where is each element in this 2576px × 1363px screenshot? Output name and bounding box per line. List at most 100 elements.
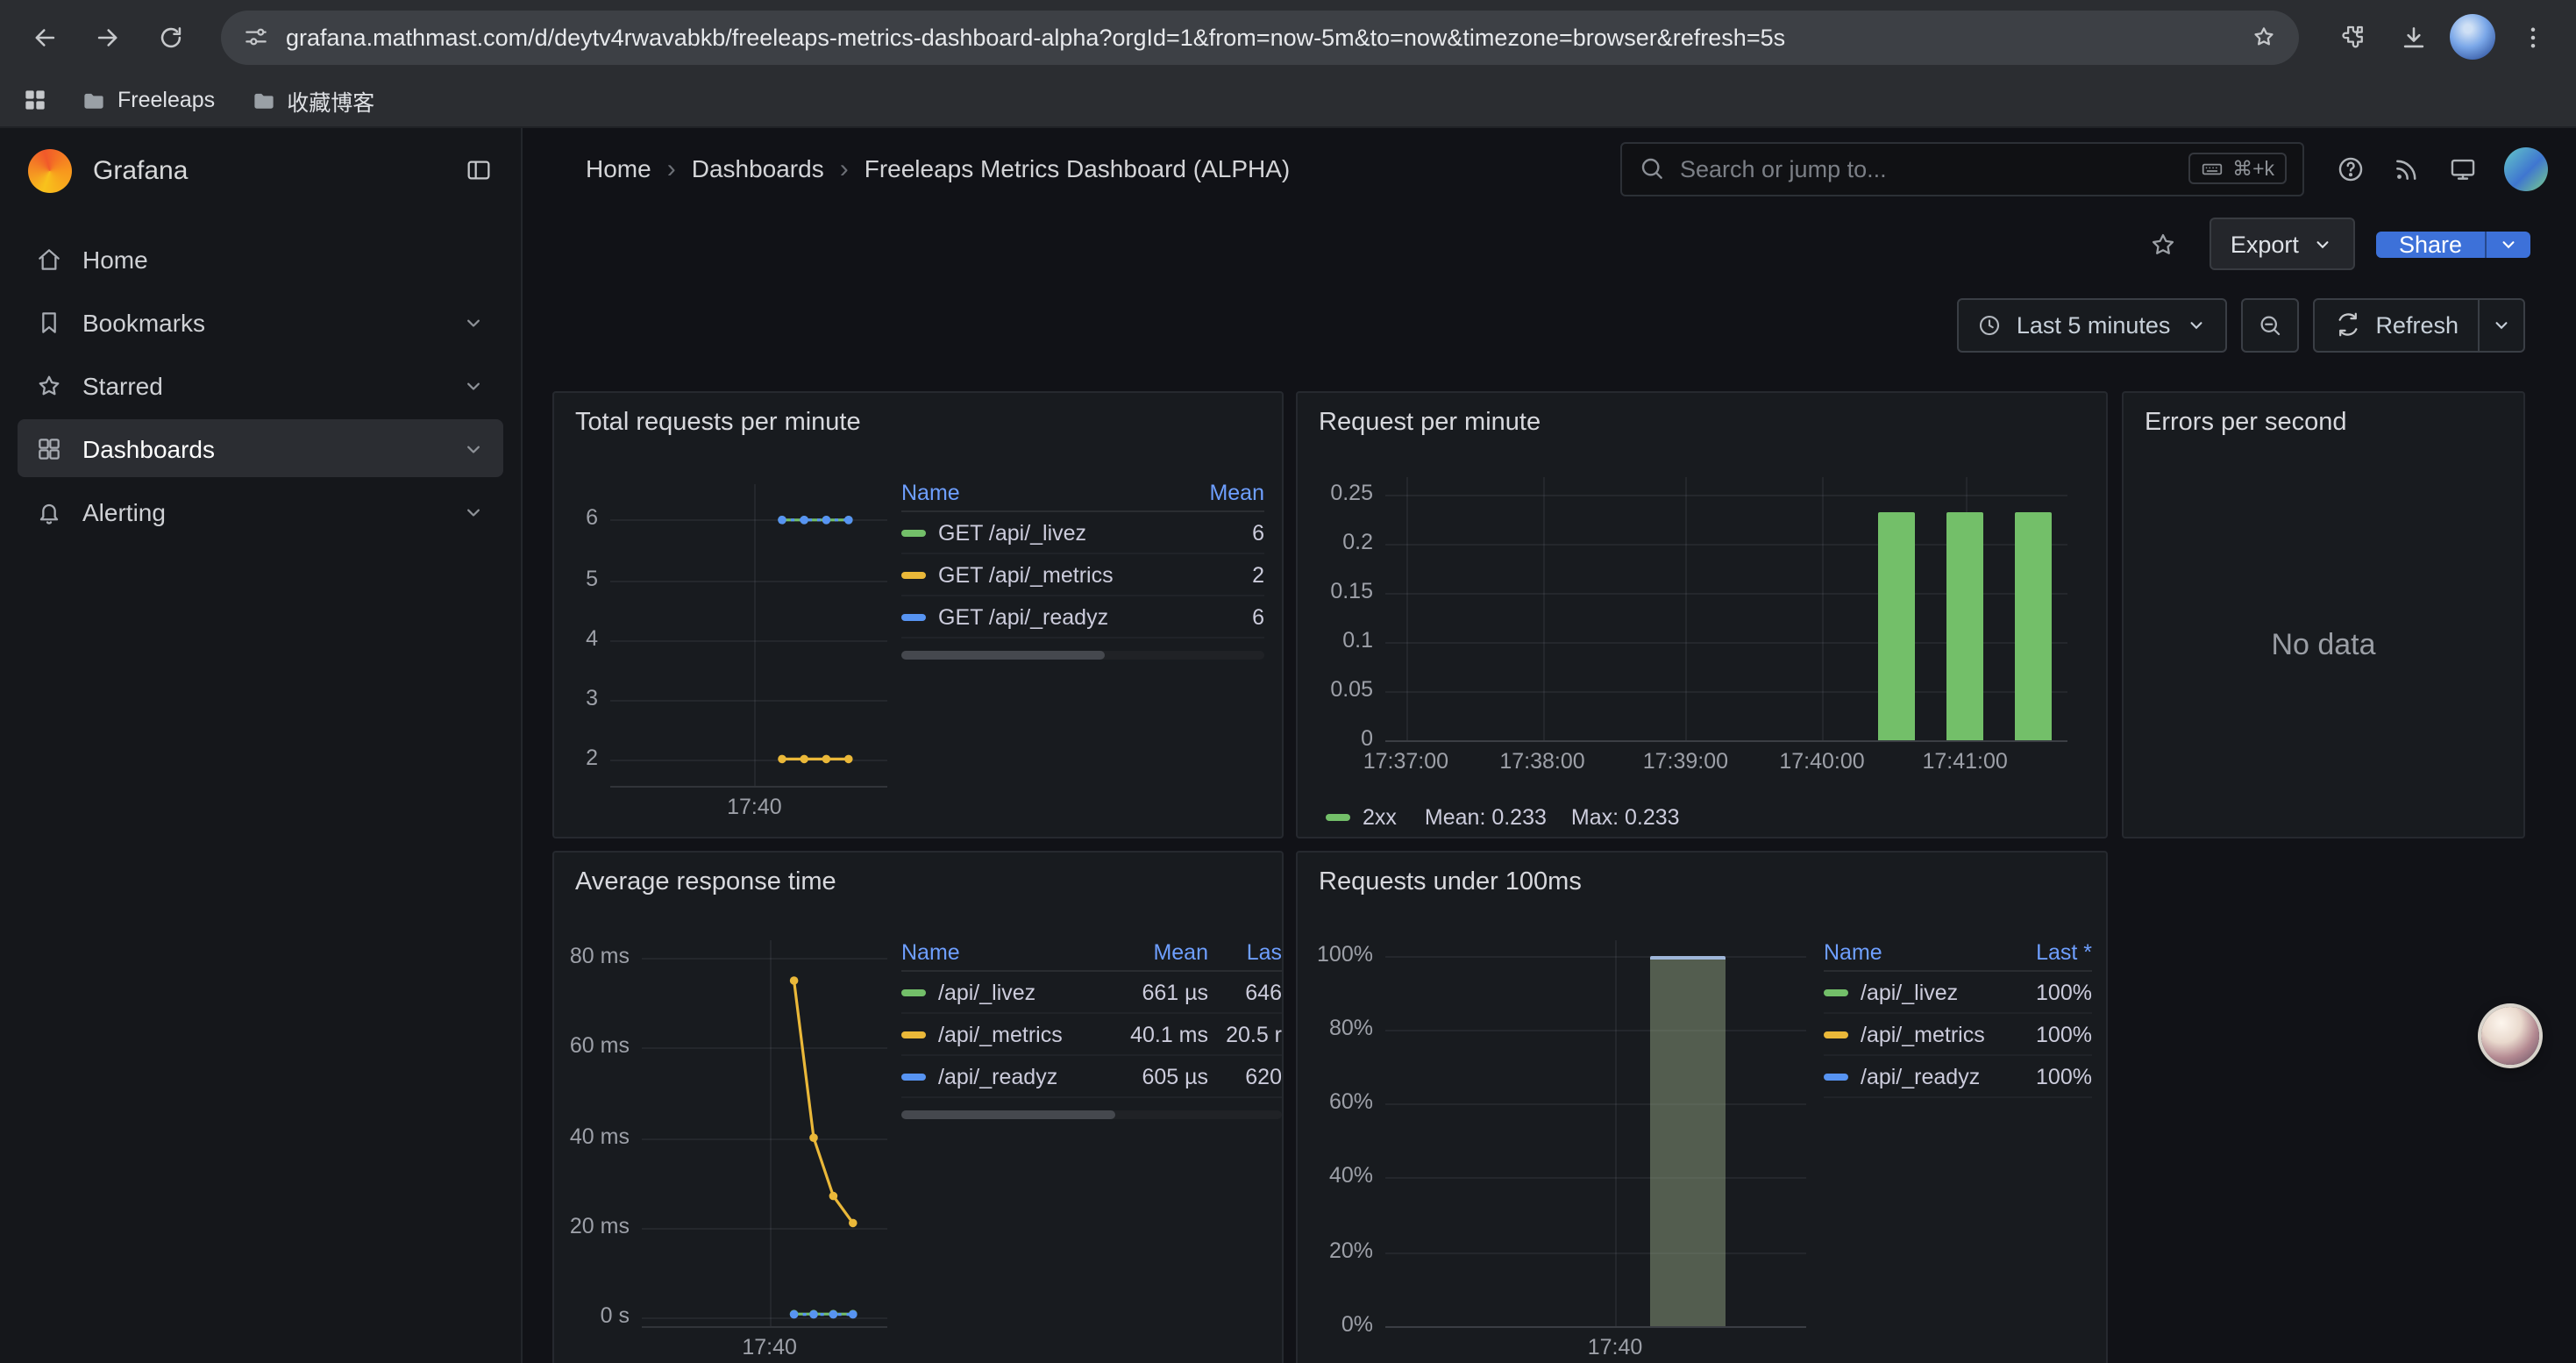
apps-grid-icon[interactable] <box>21 86 49 114</box>
search-shortcut-badge: ⌘+k <box>2188 153 2287 184</box>
floating-assistant-avatar[interactable] <box>2481 1007 2539 1065</box>
panel-title[interactable]: Total requests per minute <box>554 393 1282 437</box>
axis-tick-label: 17:41:00 <box>1886 749 2044 774</box>
browser-profile-avatar[interactable] <box>2450 14 2495 60</box>
sidebar-item-alerting[interactable]: Alerting <box>18 482 503 540</box>
legend-row[interactable]: /api/_metrics40.1 ms20.5 r <box>901 1014 1282 1056</box>
export-button[interactable]: Export <box>2210 218 2355 270</box>
url-bar[interactable]: grafana.mathmast.com/d/deytv4rwavabkb/fr… <box>221 10 2299 64</box>
breadcrumb-item[interactable]: Dashboards <box>692 154 824 182</box>
keyboard-icon <box>2201 157 2224 180</box>
forward-icon[interactable] <box>81 11 133 63</box>
legend-scrollbar[interactable] <box>901 651 1264 660</box>
browser-menu-icon[interactable] <box>2506 11 2558 63</box>
dashboard-actions: Export Share <box>523 209 2576 279</box>
search-input[interactable] <box>1680 155 2174 182</box>
collapse-sidebar-icon[interactable] <box>465 156 493 184</box>
sidebar-item-dashboards[interactable]: Dashboards <box>18 419 503 477</box>
share-menu-button[interactable] <box>2485 231 2530 257</box>
legend-column-header[interactable]: Name <box>1824 939 1994 964</box>
chart-bar[interactable] <box>1946 511 1983 740</box>
legend-row[interactable]: /api/_metrics100% <box>1824 1014 2092 1056</box>
legend-row[interactable]: /api/_livez100% <box>1824 972 2092 1014</box>
chevron-down-icon[interactable] <box>461 373 486 397</box>
grafana-logo[interactable] <box>28 148 72 192</box>
chart-bar[interactable] <box>2015 511 2052 740</box>
axis-tick-label: 0.25 <box>1330 481 1373 505</box>
panel-title[interactable]: Average response time <box>554 853 1282 896</box>
sidebar: Grafana HomeBookmarksStarredDashboardsAl… <box>0 128 523 1363</box>
legend-row[interactable]: GET /api/_metrics2 <box>901 554 1264 596</box>
reload-icon[interactable] <box>144 11 196 63</box>
legend-column-header[interactable]: Mean <box>1103 939 1208 964</box>
gridline <box>1385 1103 1806 1105</box>
breadcrumb-separator: › <box>667 153 676 183</box>
panel-title[interactable]: Errors per second <box>2124 393 2523 437</box>
back-icon[interactable] <box>18 11 70 63</box>
legend-inline[interactable]: 2xx Mean: 0.233 Max: 0.233 <box>1326 800 2089 835</box>
legend-row[interactable]: GET /api/_readyz6 <box>901 596 1264 639</box>
gridline <box>1822 477 1824 740</box>
legend-row[interactable]: /api/_readyz100% <box>1824 1056 2092 1098</box>
legend-column-header[interactable]: Name <box>901 939 1103 964</box>
legend-value: 646 <box>1208 980 1282 1004</box>
legend-series-name: GET /api/_livez <box>901 520 1177 545</box>
bookmark-item[interactable]: Freeleaps <box>67 82 229 118</box>
scrollbar-thumb[interactable] <box>901 1110 1114 1119</box>
legend-mean: Mean: 0.233 <box>1425 805 1547 830</box>
legend-column-header[interactable]: Last * <box>1994 939 2092 964</box>
legend-series-name: GET /api/_readyz <box>901 604 1177 629</box>
search-box[interactable]: ⌘+k <box>1620 141 2304 196</box>
news-rss-icon[interactable] <box>2392 153 2422 183</box>
chevron-down-icon[interactable] <box>461 499 486 524</box>
bookmarks-list: Freeleaps 收藏博客 <box>67 78 388 122</box>
panel-requests-under-100ms[interactable]: Requests under 100ms 100%80%60%40%20%0%1… <box>1296 851 2108 1363</box>
url-text[interactable]: grafana.mathmast.com/d/deytv4rwavabkb/fr… <box>286 24 2234 50</box>
share-button[interactable]: Share <box>2376 231 2485 257</box>
sidebar-item-home[interactable]: Home <box>18 230 503 288</box>
scrollbar-thumb[interactable] <box>901 651 1105 660</box>
chart-bar[interactable] <box>1649 955 1725 1326</box>
display-icon[interactable] <box>2448 153 2478 183</box>
panel-average-response-time[interactable]: Average response time 80 ms60 ms40 ms20 … <box>552 851 1284 1363</box>
legend-series-name[interactable]: 2xx <box>1363 805 1397 830</box>
breadcrumb: Home›Dashboards›Freeleaps Metrics Dashbo… <box>586 153 1290 183</box>
legend-max: Max: 0.233 <box>1571 805 1680 830</box>
downloads-icon[interactable] <box>2387 11 2439 63</box>
legend-column-header[interactable]: Las <box>1208 939 1282 964</box>
screen: grafana.mathmast.com/d/deytv4rwavabkb/fr… <box>0 0 2576 1363</box>
extensions-icon[interactable] <box>2323 11 2376 63</box>
legend-scrollbar[interactable] <box>901 1110 1282 1119</box>
legend-row[interactable]: GET /api/_livez6 <box>901 512 1264 554</box>
sidebar-item-bookmarks[interactable]: Bookmarks <box>18 293 503 351</box>
chevron-down-icon <box>2490 313 2513 336</box>
refresh-interval-button[interactable] <box>2478 299 2523 350</box>
user-avatar[interactable] <box>2504 146 2548 190</box>
zoom-out-button[interactable] <box>2240 297 2298 352</box>
panel-request-per-minute[interactable]: Request per minute 00.050.10.150.20.2517… <box>1296 391 2108 838</box>
panel-total-requests[interactable]: Total requests per minute 6543217:40 Nam… <box>552 391 1284 838</box>
favorite-star-icon[interactable] <box>2139 219 2188 268</box>
legend-column-header[interactable]: Mean <box>1177 480 1264 504</box>
time-range-picker[interactable]: Last 5 minutes <box>1957 297 2227 352</box>
chart-bar[interactable] <box>1879 511 1916 740</box>
site-settings-icon[interactable] <box>242 23 270 51</box>
chevron-down-icon[interactable] <box>461 436 486 460</box>
panel-errors-per-second[interactable]: Errors per second No data <box>2122 391 2525 838</box>
bookmark-star-icon[interactable] <box>2250 23 2278 51</box>
panel-title[interactable]: Requests under 100ms <box>1298 853 2106 896</box>
legend-row[interactable]: /api/_livez661 µs646 <box>901 972 1282 1014</box>
refresh-button[interactable]: Refresh <box>2314 299 2478 350</box>
breadcrumb-item[interactable]: Home <box>586 154 651 182</box>
help-icon[interactable] <box>2336 153 2366 183</box>
panel-title[interactable]: Request per minute <box>1298 393 2106 437</box>
bookmark-label: Freeleaps <box>117 88 215 112</box>
bookmark-item[interactable]: 收藏博客 <box>236 78 388 122</box>
sidebar-item-starred[interactable]: Starred <box>18 356 503 414</box>
legend-column-header[interactable]: Name <box>901 480 1177 504</box>
legend-row[interactable]: /api/_readyz605 µs620 <box>901 1056 1282 1098</box>
bookmark-label: 收藏博客 <box>287 83 374 117</box>
gridline <box>1385 1178 1806 1180</box>
legend-value: 605 µs <box>1103 1064 1208 1088</box>
chevron-down-icon[interactable] <box>461 310 486 334</box>
